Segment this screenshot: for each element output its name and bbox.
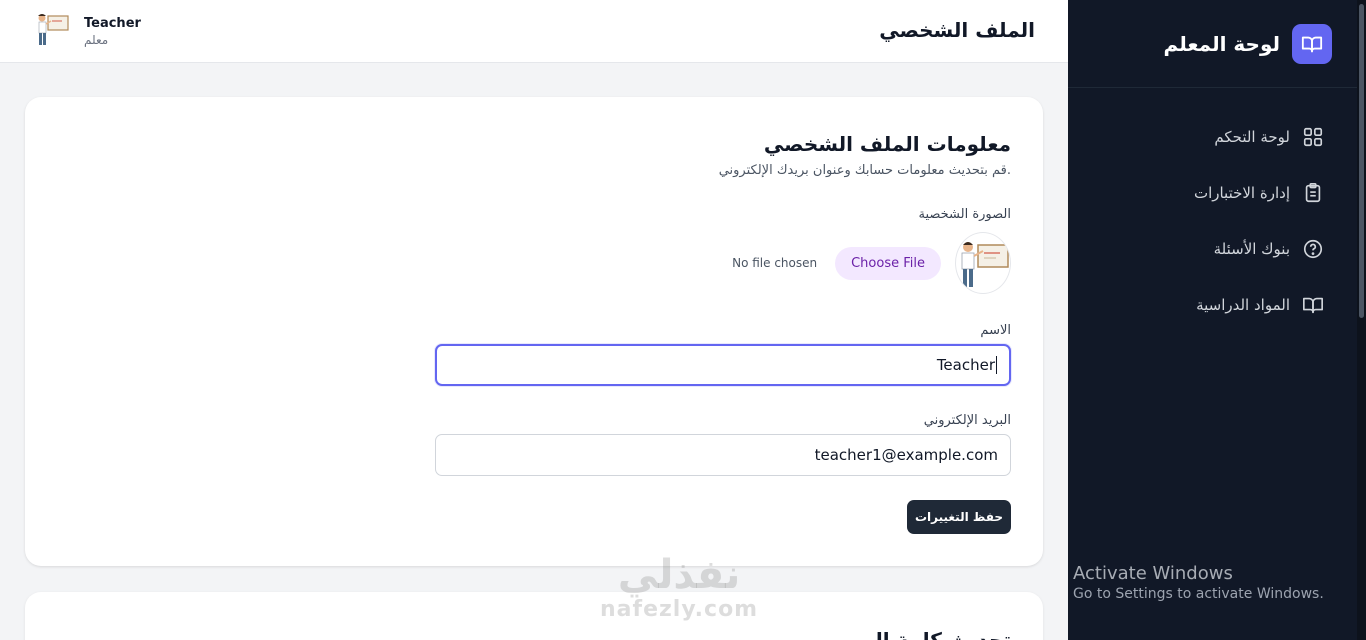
profile-photo xyxy=(955,232,1011,294)
user-menu[interactable]: Teacher معلم xyxy=(34,12,141,50)
clipboard-icon xyxy=(1305,183,1321,203)
sidebar-brand[interactable]: لوحة المعلم xyxy=(1068,0,1366,88)
page-scrollbar[interactable] xyxy=(1357,0,1366,640)
email-label: البريد الإلكتروني xyxy=(923,413,1011,428)
page-title: الملف الشخصي xyxy=(879,18,1035,42)
text-caret xyxy=(996,356,997,374)
teacher-avatar xyxy=(38,14,69,45)
password-card: تحديث كلمة المرور xyxy=(25,592,1043,640)
name-input-value: Teacher xyxy=(936,356,995,374)
file-status-text: No file chosen xyxy=(732,256,818,270)
brand-logo xyxy=(1292,23,1332,64)
grid-icon xyxy=(1303,127,1323,147)
name-input[interactable]: Teacher xyxy=(435,344,1011,386)
sidebar-item-label: إدارة الاختبارات xyxy=(1193,184,1290,202)
sidebar-item-dashboard[interactable]: لوحة التحكم xyxy=(1068,109,1366,165)
sidebar-nav: لوحة التحكم إدارة الاختبارات بنوك الأسئل… xyxy=(1068,88,1366,333)
name-label: الاسم xyxy=(980,323,1011,338)
profile-card-title: معلومات الملف الشخصي xyxy=(763,132,1011,156)
windows-activate-subtitle: Go to Settings to activate Windows. xyxy=(1073,586,1324,602)
teacher-illustration xyxy=(961,242,1009,287)
save-changes-button[interactable]: حفظ التغييرات xyxy=(907,500,1011,534)
sidebar: لوحة المعلم لوحة التحكم إدارة الاختبارات… xyxy=(1068,0,1366,640)
password-card-title: تحديث كلمة المرور xyxy=(825,628,1011,640)
email-input[interactable]: teacher1@example.com xyxy=(435,434,1011,476)
user-name: Teacher xyxy=(84,15,141,31)
profile-info-card: معلومات الملف الشخصي قم بتحديث معلومات ح… xyxy=(25,97,1043,566)
book-open-icon xyxy=(1301,36,1323,52)
choose-file-button[interactable]: Choose File xyxy=(835,246,941,280)
watermark-english: nafezly.com xyxy=(600,597,759,622)
sidebar-item-exams[interactable]: إدارة الاختبارات xyxy=(1068,165,1366,221)
top-header: Teacher معلم الملف الشخصي xyxy=(0,0,1068,63)
profile-card-subtitle: قم بتحديث معلومات حسابك وعنوان بريدك الإ… xyxy=(718,163,1011,178)
email-input-value: teacher1@example.com xyxy=(814,446,998,464)
sidebar-item-subjects[interactable]: المواد الدراسية xyxy=(1068,277,1366,333)
watermark-arabic: نفذلي xyxy=(617,552,741,598)
question-circle-icon xyxy=(1303,239,1323,259)
sidebar-item-label: المواد الدراسية xyxy=(1196,296,1290,314)
sidebar-item-label: لوحة التحكم xyxy=(1214,128,1290,146)
photo-upload-row: Choose File No file chosen xyxy=(732,232,1011,294)
user-role: معلم xyxy=(84,32,109,47)
sidebar-item-label: بنوك الأسئلة xyxy=(1213,240,1290,258)
sidebar-item-question-banks[interactable]: بنوك الأسئلة xyxy=(1068,221,1366,277)
scrollbar-thumb[interactable] xyxy=(1359,4,1364,318)
sidebar-brand-title: لوحة المعلم xyxy=(1163,31,1280,56)
windows-activation-watermark: Activate Windows Go to Settings to activ… xyxy=(1073,563,1324,602)
site-watermark: نفذلي nafezly.com xyxy=(600,553,758,622)
book-icon xyxy=(1303,297,1323,314)
windows-activate-title: Activate Windows xyxy=(1073,563,1233,584)
photo-label: الصورة الشخصية xyxy=(918,207,1011,222)
